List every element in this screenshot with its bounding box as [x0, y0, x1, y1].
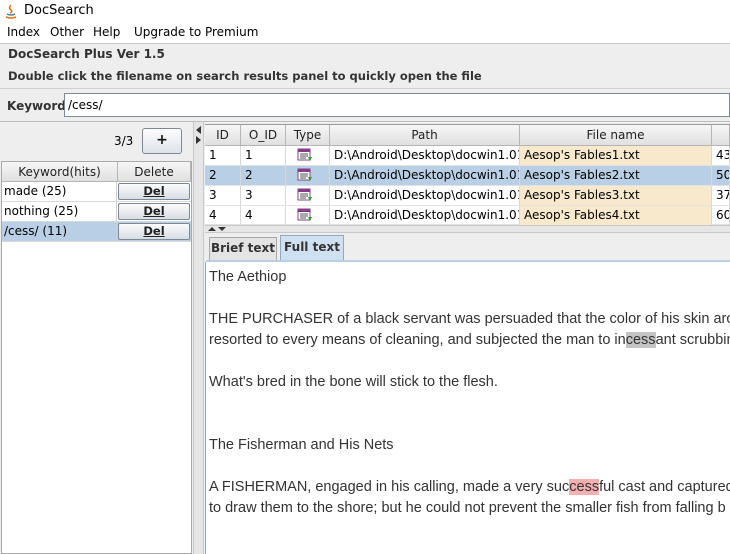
keyword-table: Keyword(hits) Delete made (25) Del nothi… [1, 161, 192, 554]
tab-brief-text[interactable]: Brief text [209, 237, 277, 260]
text-line: resorted to every means of cleaning, and… [209, 332, 730, 348]
text-line: to draw them to the shore; but he could … [209, 500, 726, 516]
delete-keyword-button[interactable]: Del [118, 203, 190, 220]
text-line: The Fisherman and His Nets [209, 437, 394, 453]
java-app-icon [5, 4, 17, 19]
expand-down-icon[interactable] [218, 227, 226, 231]
cell-oid: 3 [241, 186, 286, 205]
menu-index[interactable]: Index [7, 25, 40, 39]
text-line: A FISHERMAN, engaged in his calling, mad… [209, 479, 730, 495]
cell-id: 4 [205, 206, 241, 225]
usage-hint: Double click the filename on search resu… [8, 69, 482, 83]
delete-keyword-button[interactable]: Del [118, 223, 190, 240]
keyword-label: Keyword: [7, 99, 71, 113]
cell-path: D:\Android\Desktop\docwin1.01\... [330, 166, 520, 185]
collapse-left-icon[interactable] [196, 126, 201, 134]
cell-id: 2 [205, 166, 241, 185]
keyword-cell[interactable]: /cess/ (11) [2, 222, 117, 241]
cell-oid: 2 [241, 166, 286, 185]
collapse-up-icon[interactable] [208, 227, 216, 231]
cell-extra: 50 [712, 166, 730, 185]
full-text-panel[interactable]: The Aethiop THE PURCHASER of a black ser… [205, 262, 730, 554]
text-line: What's bred in the bone will stick to th… [209, 374, 498, 390]
horizontal-split-handle[interactable] [205, 225, 730, 233]
app-version-title: DocSearch Plus Ver 1.5 [8, 47, 165, 61]
keyword-row[interactable]: nothing (25) Del [2, 202, 191, 222]
match-highlight-current: cess [569, 479, 600, 495]
keyword-cell[interactable]: made (25) [2, 182, 117, 201]
menu-help[interactable]: Help [93, 25, 120, 39]
cell-oid: 1 [241, 146, 286, 165]
text-segment: resorted to every means of cleaning, and… [209, 332, 626, 348]
text-file-icon [297, 168, 312, 181]
cell-type [286, 166, 330, 185]
title-bar: DocSearch [0, 0, 730, 24]
text-file-icon [297, 148, 312, 161]
cell-path: D:\Android\Desktop\docwin1.01\... [330, 146, 520, 165]
menu-other[interactable]: Other [50, 25, 84, 39]
keyword-counter: 3/3 [114, 134, 134, 148]
result-row[interactable]: 1 1 D:\Android\Desktop\docwin1.01\... Ae… [205, 146, 730, 166]
keyword-input[interactable] [64, 93, 730, 117]
cell-path: D:\Android\Desktop\docwin1.01\... [330, 186, 520, 205]
column-header-path[interactable]: Path [330, 125, 520, 146]
expand-right-icon[interactable] [196, 136, 201, 144]
column-header-filename[interactable]: File name [520, 125, 712, 146]
match-highlight: cess [625, 332, 656, 348]
menu-upgrade[interactable]: Upgrade to Premium [134, 25, 258, 39]
text-file-icon [297, 188, 312, 201]
text-segment: ant scrubbing [655, 332, 730, 348]
text-segment: A FISHERMAN, engaged in his calling, mad… [209, 479, 570, 495]
cell-extra: 37 [712, 186, 730, 205]
column-header-extra[interactable] [712, 125, 730, 146]
result-row-selected[interactable]: 2 2 D:\Android\Desktop\docwin1.01\... Ae… [205, 166, 730, 186]
cell-filename[interactable]: Aesop's Fables2.txt [520, 166, 712, 185]
tab-full-text[interactable]: Full text [280, 235, 344, 261]
cell-type [286, 186, 330, 205]
keyword-row[interactable]: made (25) Del [2, 182, 191, 202]
column-header-oid[interactable]: O_ID [241, 125, 286, 146]
column-header-id[interactable]: ID [205, 125, 241, 146]
text-line: The Aethiop [209, 269, 287, 285]
result-row[interactable]: 3 3 D:\Android\Desktop\docwin1.01\... Ae… [205, 186, 730, 206]
window-title: DocSearch [24, 3, 94, 18]
text-segment: ful cast and captured a [599, 479, 730, 495]
keyword-row-selected[interactable]: /cess/ (11) Del [2, 222, 191, 242]
menu-bar: Index Other Help Upgrade to Premium [0, 23, 730, 44]
keyword-cell[interactable]: nothing (25) [2, 202, 117, 221]
vertical-split-handle[interactable] [193, 122, 204, 554]
cell-filename[interactable]: Aesop's Fables4.txt [520, 206, 712, 225]
cell-extra: 43 [712, 146, 730, 165]
text-line: THE PURCHASER of a black servant was per… [209, 311, 730, 327]
cell-type [286, 206, 330, 225]
text-file-icon [297, 208, 312, 221]
divider [0, 88, 730, 89]
search-results-table: ID O_ID Type Path File name 1 1 D:\Andro… [205, 124, 730, 225]
cell-path: D:\Android\Desktop\docwin1.01\... [330, 206, 520, 225]
column-header-keyword[interactable]: Keyword(hits) [2, 162, 118, 182]
cell-oid: 4 [241, 206, 286, 225]
cell-filename[interactable]: Aesop's Fables3.txt [520, 186, 712, 205]
cell-filename[interactable]: Aesop's Fables1.txt [520, 146, 712, 165]
add-keyword-button[interactable]: + [142, 128, 182, 154]
cell-type [286, 146, 330, 165]
cell-extra: 60 [712, 206, 730, 225]
column-header-type[interactable]: Type [286, 125, 330, 146]
result-row[interactable]: 4 4 D:\Android\Desktop\docwin1.01\... Ae… [205, 206, 730, 225]
column-header-delete[interactable]: Delete [118, 162, 191, 182]
cell-id: 1 [205, 146, 241, 165]
cell-id: 3 [205, 186, 241, 205]
delete-keyword-button[interactable]: Del [118, 183, 190, 200]
